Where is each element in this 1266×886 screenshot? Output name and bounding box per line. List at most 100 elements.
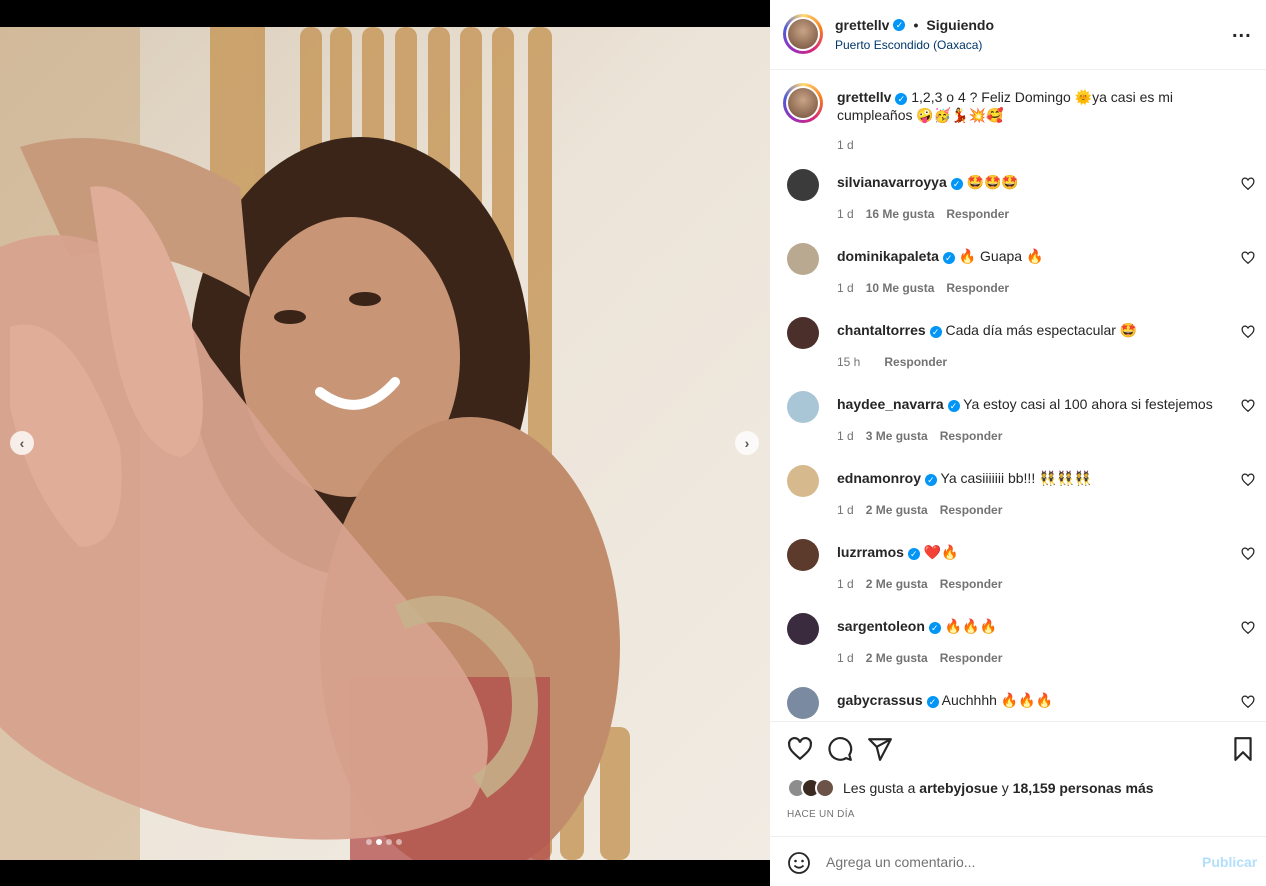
reply-button[interactable]: Responder	[946, 207, 1009, 221]
verified-badge-icon: ✓	[947, 400, 960, 412]
comment-row: ednamonroy ✓ Ya casiiiiiii bb!!! 👯👯👯 1 d 2…	[770, 465, 1266, 539]
add-comment-bar: Publicar	[770, 836, 1266, 886]
comment-likes[interactable]: 2 Me gusta	[866, 651, 928, 665]
comment-meta: 1 d 2 Me gusta Responder	[837, 651, 1002, 665]
commenter-avatar[interactable]	[787, 169, 819, 201]
caption-time[interactable]: 1 d	[837, 138, 854, 152]
author-avatar[interactable]	[783, 14, 823, 54]
author-line: grettellv ✓ • Siguiendo	[835, 17, 994, 33]
comment-line: silvianavarroyya ✓ 🤩🤩🤩	[837, 174, 1019, 191]
commenter-avatar[interactable]	[787, 687, 819, 719]
commenter-avatar[interactable]	[787, 243, 819, 275]
liker-username[interactable]: artebyjosue	[919, 780, 998, 796]
carousel-dot	[386, 839, 392, 845]
comment-line: luzrramos ✓ ❤️🔥	[837, 544, 959, 561]
comment-line: dominikapaleta ✓ 🔥 Guapa 🔥	[837, 248, 1043, 265]
comment-meta: 1 d 3 Me gusta Responder	[837, 429, 1002, 443]
comments-list[interactable]: grettellv ✓ 1,2,3 o 4 ? Feliz Domingo 🌞y…	[770, 71, 1266, 721]
comment-time[interactable]: 1 d	[837, 503, 854, 517]
comment-likes[interactable]: 3 Me gusta	[866, 429, 928, 443]
comment-text: 🤩🤩🤩	[966, 174, 1019, 190]
commenter-avatar[interactable]	[787, 391, 819, 423]
comment-like-heart-icon[interactable]	[1241, 621, 1255, 635]
comment-time[interactable]: 1 d	[837, 651, 854, 665]
comment-time[interactable]: 1 d	[837, 207, 854, 221]
comment-row: luzrramos ✓ ❤️🔥 1 d 2 Me gusta Responder	[770, 539, 1266, 613]
comment-text: Cada día más espectacular 🤩	[945, 322, 1138, 338]
reply-button[interactable]: Responder	[940, 429, 1003, 443]
comment-likes[interactable]: 2 Me gusta	[866, 503, 928, 517]
likes-count[interactable]: 18,159 personas más	[1013, 780, 1154, 796]
comment-meta: 1 d 2 Me gusta Responder	[837, 577, 1002, 591]
commenter-username[interactable]: ednamonroy	[837, 470, 921, 486]
comment-line: ednamonroy ✓ Ya casiiiiiii bb!!! 👯👯👯	[837, 470, 1091, 487]
commenter-username[interactable]: sargentoleon	[837, 618, 925, 634]
post-photo[interactable]	[0, 27, 770, 860]
commenter-avatar[interactable]	[787, 465, 819, 497]
comment-text: Auchhhh 🔥🔥🔥	[941, 692, 1054, 708]
commenter-username[interactable]: dominikapaleta	[837, 248, 939, 264]
comment-time[interactable]: 1 d	[837, 281, 854, 295]
post-header: grettellv ✓ • Siguiendo Puerto Escondido…	[770, 0, 1266, 70]
commenter-username[interactable]: gabycrassus	[837, 692, 923, 708]
caption-username[interactable]: grettellv	[837, 89, 891, 105]
carousel-prev-button[interactable]: ‹	[10, 431, 34, 455]
commenter-username[interactable]: luzrramos	[837, 544, 904, 560]
carousel-next-button[interactable]: ›	[735, 431, 759, 455]
comment-time[interactable]: 15 h	[837, 355, 860, 369]
comment-meta: 15 h Responder	[837, 355, 947, 369]
comment-like-heart-icon[interactable]	[1241, 251, 1255, 265]
verified-badge-icon: ✓	[950, 178, 963, 190]
post-photo-image	[0, 27, 630, 860]
comment-text: Ya estoy casi al 100 ahora si festejemos	[963, 396, 1213, 412]
comment-row: gabycrassus ✓ Auchhhh 🔥🔥🔥	[770, 687, 1266, 721]
commenter-avatar[interactable]	[787, 317, 819, 349]
comment-time[interactable]: 1 d	[837, 577, 854, 591]
commenter-avatar[interactable]	[787, 613, 819, 645]
comment-like-heart-icon[interactable]	[1241, 473, 1255, 487]
save-bookmark-icon[interactable]	[1230, 736, 1256, 762]
reply-button[interactable]: Responder	[946, 281, 1009, 295]
like-heart-icon[interactable]	[787, 736, 813, 762]
comment-like-heart-icon[interactable]	[1241, 177, 1255, 191]
likes-connector: y	[1001, 780, 1009, 796]
carousel-dot	[396, 839, 402, 845]
post-caption: grettellv ✓ 1,2,3 o 4 ? Feliz Domingo 🌞y…	[837, 88, 1217, 124]
comment-likes[interactable]: 2 Me gusta	[866, 577, 928, 591]
caption-author-avatar[interactable]	[783, 83, 823, 123]
verified-badge-icon: ✓	[907, 548, 920, 560]
publish-button[interactable]: Publicar	[1202, 854, 1257, 870]
emoji-icon[interactable]	[787, 851, 811, 875]
verified-badge-icon: ✓	[928, 622, 941, 634]
carousel-indicator	[366, 839, 402, 845]
commenter-username[interactable]: silvianavarroyya	[837, 174, 947, 190]
location-link[interactable]: Puerto Escondido (Oaxaca)	[835, 38, 982, 52]
reply-button[interactable]: Responder	[940, 651, 1003, 665]
comment-like-heart-icon[interactable]	[1241, 695, 1255, 709]
comment-like-heart-icon[interactable]	[1241, 399, 1255, 413]
more-options-icon[interactable]: ...	[1232, 20, 1252, 43]
carousel-dot-active	[376, 839, 382, 845]
verified-badge-icon: ✓	[926, 696, 939, 708]
comment-time[interactable]: 1 d	[837, 429, 854, 443]
reply-button[interactable]: Responder	[940, 577, 1003, 591]
author-username[interactable]: grettellv	[835, 17, 889, 33]
comment-input[interactable]	[826, 849, 1186, 875]
comment-like-heart-icon[interactable]	[1241, 547, 1255, 561]
comment-likes[interactable]: 10 Me gusta	[866, 281, 935, 295]
comment-likes[interactable]: 16 Me gusta	[866, 207, 935, 221]
comment-bubble-icon[interactable]	[827, 736, 853, 762]
verified-badge-icon: ✓	[893, 19, 906, 31]
likes-summary[interactable]: Les gusta a artebyjosue y 18,159 persona…	[787, 778, 1154, 798]
commenter-username[interactable]: chantaltorres	[837, 322, 926, 338]
post-time[interactable]: HACE UN DÍA	[787, 809, 855, 820]
commenter-username[interactable]: haydee_navarra	[837, 396, 944, 412]
share-paper-plane-icon[interactable]	[867, 736, 893, 762]
comment-like-heart-icon[interactable]	[1241, 325, 1255, 339]
reply-button[interactable]: Responder	[940, 503, 1003, 517]
comment-text: ❤️🔥	[923, 544, 959, 560]
commenter-avatar[interactable]	[787, 539, 819, 571]
post-actions: Les gusta a artebyjosue y 18,159 persona…	[770, 721, 1266, 836]
reply-button[interactable]: Responder	[884, 355, 947, 369]
following-button[interactable]: Siguiendo	[926, 17, 994, 33]
